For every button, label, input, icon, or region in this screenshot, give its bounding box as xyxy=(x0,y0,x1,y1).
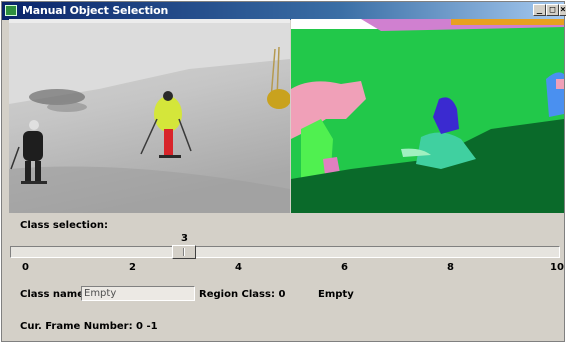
app-icon xyxy=(5,5,17,16)
class-name-field[interactable] xyxy=(81,286,195,301)
title-bar[interactable]: Manual Object Selection _ □ × xyxy=(2,2,566,20)
slider-tick-6: 6 xyxy=(341,262,348,273)
frame-number-label: Cur. Frame Number: 0 -1 xyxy=(20,321,158,332)
ski-scene-image xyxy=(9,19,290,213)
region-class-label: Region Class: 0 xyxy=(199,289,286,300)
class-name-label: Class name: xyxy=(20,289,88,300)
slider-tick-2: 2 xyxy=(129,262,136,273)
segmentation-image xyxy=(291,19,564,213)
slider-tick-0: 0 xyxy=(22,262,29,273)
class-selection-label: Class selection: xyxy=(20,220,108,231)
close-button[interactable]: × xyxy=(559,4,566,16)
region-class-value: Empty xyxy=(318,289,354,300)
slider-value-label: 3 xyxy=(181,233,188,244)
video-frame-view[interactable] xyxy=(9,19,290,213)
slider-tick-4: 4 xyxy=(235,262,242,273)
class-slider-thumb[interactable] xyxy=(172,245,196,259)
slider-tick-8: 8 xyxy=(447,262,454,273)
segmentation-view[interactable] xyxy=(291,19,564,213)
class-slider-track[interactable] xyxy=(10,246,560,258)
window-title: Manual Object Selection xyxy=(22,4,169,17)
slider-tick-10: 10 xyxy=(550,262,564,273)
maximize-button[interactable]: □ xyxy=(546,4,559,16)
minimize-button[interactable]: _ xyxy=(533,4,546,16)
